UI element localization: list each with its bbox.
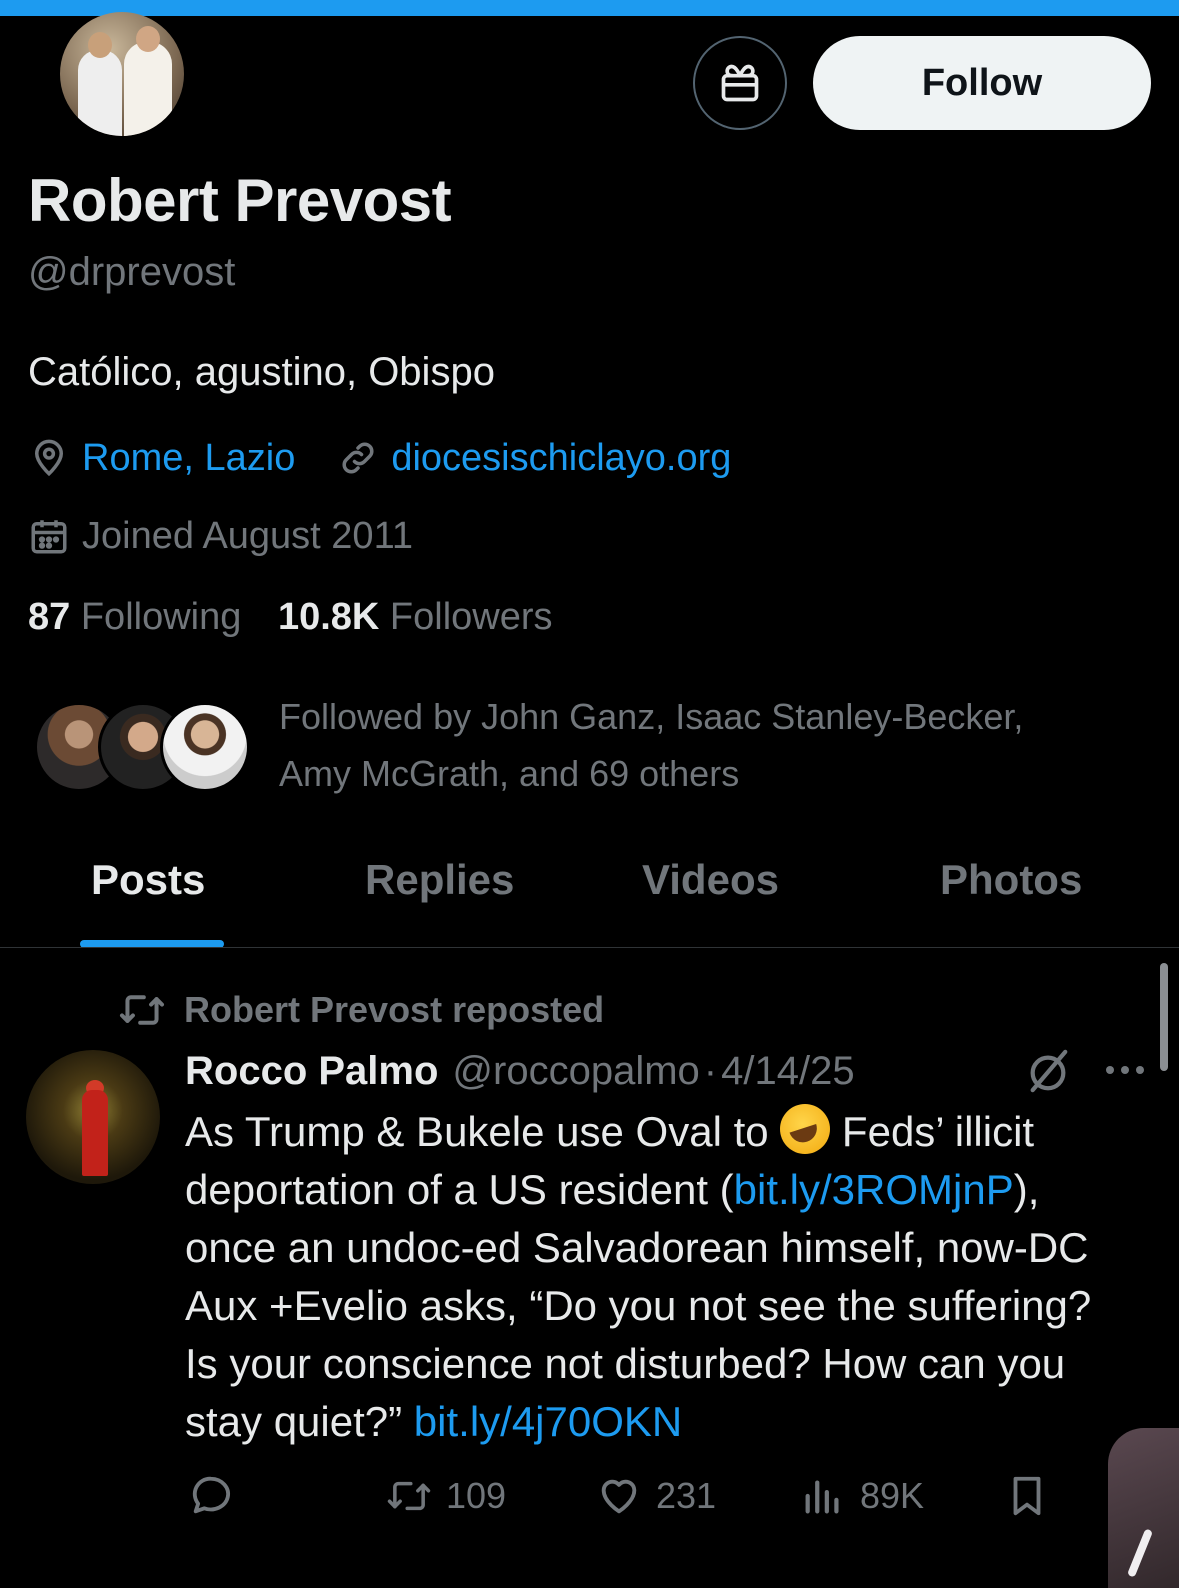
follow-counts: 87 Following 10.8K Followers [28,596,553,639]
tab-photos[interactable]: Photos [940,856,1082,904]
reply-icon [188,1473,234,1519]
followed-by-text[interactable]: Followed by John Ganz, Isaac Stanley-Bec… [279,688,1139,802]
views-button[interactable]: 89K [800,1466,924,1526]
bookmark-button[interactable] [1004,1466,1064,1526]
post-author-handle[interactable]: @roccopalmo [452,1049,699,1094]
grok-icon[interactable] [1024,1048,1072,1094]
top-accent-bar [0,0,1179,16]
tab-replies[interactable]: Replies [365,856,514,904]
gift-button[interactable] [693,36,787,130]
post-author-name[interactable]: Rocco Palmo [185,1049,438,1094]
repost-context: Robert Prevost reposted [118,988,604,1032]
calendar-icon [28,515,70,557]
repost-label[interactable]: Robert Prevost reposted [184,989,604,1031]
post-actions: 109 231 89K [0,1466,1179,1526]
tabs-divider [0,947,1179,948]
joined-date: Joined August 2011 [82,514,414,557]
repost-icon [386,1473,432,1519]
post-date[interactable]: 4/14/25 [721,1049,854,1094]
profile-website-link[interactable]: diocesischiclayo.org [391,437,731,480]
profile-meta-row: Rome, Lazio diocesischiclayo.org [28,432,731,484]
more-icon[interactable] [1102,1058,1148,1082]
post-separator: · [703,1048,718,1093]
post-link-1[interactable]: bit.ly/3ROMjnP [734,1166,1014,1213]
scrollbar[interactable] [1160,963,1168,1071]
profile-name: Robert Prevost [28,167,452,234]
profile-avatar[interactable] [60,12,184,136]
repost-button[interactable]: 109 [386,1466,506,1526]
post-author-avatar[interactable] [26,1050,160,1184]
follow-button[interactable]: Follow [813,36,1151,130]
profile-handle: @drprevost [28,250,236,294]
floating-compose-card[interactable] [1108,1428,1179,1588]
repost-count: 109 [446,1475,507,1516]
tab-videos[interactable]: Videos [642,856,779,904]
profile-location[interactable]: Rome, Lazio [82,437,295,480]
link-icon [337,437,379,479]
location-pin-icon [28,437,70,479]
following-link[interactable]: 87 Following [28,596,241,638]
views-icon [800,1473,846,1519]
gift-icon [721,64,759,102]
repost-icon [118,990,166,1030]
like-button[interactable]: 231 [596,1466,716,1526]
tab-posts[interactable]: Posts [91,856,205,904]
post-link-2[interactable]: bit.ly/4j70OKN [414,1398,682,1445]
follower-avatar[interactable] [160,702,250,792]
profile-tabs: Posts Replies Videos Photos [0,850,1179,948]
profile-joined: Joined August 2011 [28,510,413,562]
views-count: 89K [860,1475,925,1516]
heart-icon [596,1473,642,1519]
post-text: As Trump & Bukele use Oval to Feds’ illi… [185,1103,1135,1451]
like-count: 231 [656,1475,717,1516]
reply-button[interactable] [188,1466,248,1526]
followers-link[interactable]: 10.8K Followers [278,596,553,638]
bookmark-icon [1004,1473,1050,1519]
profile-bio: Católico, agustino, Obispo [28,350,495,394]
post-header: Rocco Palmo @roccopalmo · 4/14/25 [185,1046,855,1096]
rofl-emoji-icon [780,1104,831,1154]
